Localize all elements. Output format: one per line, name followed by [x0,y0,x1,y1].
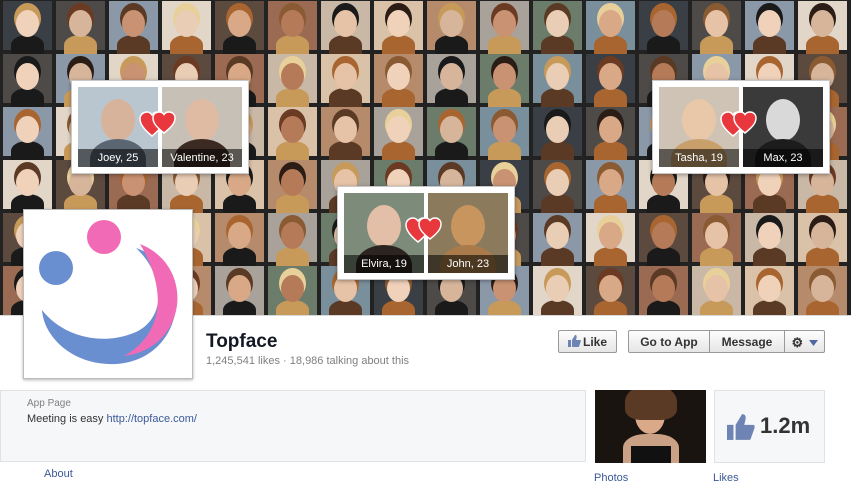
mosaic-face-photo [3,1,52,55]
mosaic-face-photo [374,54,423,108]
mosaic-face-photo [268,266,317,315]
go-to-app-button[interactable]: Go to App [628,330,710,353]
mosaic-face-photo [586,266,635,315]
mosaic-face-photo [3,160,52,214]
mosaic-face-photo [268,107,317,161]
mosaic-face-photo [268,213,317,267]
mosaic-face-photo [321,54,370,108]
mosaic-face-photo [109,1,158,55]
mosaic-face-photo [745,266,794,315]
mosaic-face-photo [427,54,476,108]
page-title: Topface [206,331,278,352]
mosaic-face-photo [533,1,582,55]
about-summary-box [0,390,586,462]
match-name-right: Valentine, 23 [162,149,242,167]
website-link[interactable]: http://topface.com/ [106,413,197,425]
mosaic-face-photo [745,213,794,267]
mosaic-face-photo [586,160,635,214]
photos-thumbnail[interactable] [595,390,706,463]
mosaic-face-photo [639,213,688,267]
mosaic-face-photo [321,107,370,161]
match-name-left: Joey, 25 [78,149,158,167]
mosaic-face-photo [268,160,317,214]
mosaic-face-photo [586,54,635,108]
mosaic-face-photo [586,107,635,161]
mosaic-face-photo [533,213,582,267]
mosaic-face-photo [215,266,264,315]
mosaic-face-photo [162,1,211,55]
mosaic-face-photo [268,1,317,55]
profile-picture[interactable] [23,209,193,379]
match-card-tasha-max: Tasha, 19 Max, 23 [652,80,830,174]
match-name-right: Max, 23 [743,149,823,167]
caret-down-icon [808,340,818,346]
mosaic-face-photo [533,160,582,214]
mosaic-face-photo [586,1,635,55]
mosaic-face-photo [692,1,741,55]
mosaic-face-photo [533,54,582,108]
settings-dropdown-button[interactable]: ⚙ [784,330,825,353]
mosaic-face-photo [374,107,423,161]
hearts-icon [405,217,442,243]
mosaic-face-photo [798,1,847,55]
topface-logo [39,220,178,365]
mosaic-face-photo [533,266,582,315]
mosaic-face-photo [56,1,105,55]
mosaic-face-photo [692,266,741,315]
category-label: App Page [27,398,71,409]
gear-icon: ⚙ [791,335,804,350]
mosaic-face-photo [639,266,688,315]
mosaic-face-photo [798,266,847,315]
match-name-left: Elvira, 19 [344,255,424,273]
hearts-icon [720,111,757,137]
match-card-joey-valentine: Joey, 25 Valentine, 23 [71,80,249,174]
photos-link[interactable]: Photos [594,472,628,484]
mosaic-face-photo [3,54,52,108]
mosaic-face-photo [374,1,423,55]
thumbs-up-icon [727,414,755,440]
mosaic-face-photo [427,107,476,161]
page-description: Meeting is easy http://topface.com/ [27,413,197,425]
mosaic-face-photo [215,213,264,267]
mosaic-face-photo [480,107,529,161]
mosaic-face-photo [586,213,635,267]
likes-link[interactable]: Likes [713,472,739,484]
mosaic-face-photo [692,213,741,267]
mosaic-face-photo [480,54,529,108]
mosaic-face-photo [745,1,794,55]
likes-count: 1.2m [760,413,811,438]
mosaic-face-photo [321,1,370,55]
hearts-icon [139,111,176,137]
message-button[interactable]: Message [709,330,785,353]
match-card-elvira-john: Elvira, 19 John, 23 [337,186,515,280]
mosaic-face-photo [427,1,476,55]
mosaic-face-photo [215,1,264,55]
page-stats: 1,245,541 likes · 18,986 talking about t… [206,355,410,367]
like-button[interactable]: Like [558,330,617,353]
match-name-right: John, 23 [428,255,508,273]
mosaic-face-photo [268,54,317,108]
mosaic-face-photo [639,1,688,55]
mosaic-face-photo [3,107,52,161]
match-name-left: Tasha, 19 [659,149,739,167]
about-link[interactable]: About [44,468,73,480]
thumbs-up-icon [567,335,581,347]
mosaic-face-photo [533,107,582,161]
description-text: Meeting is easy [27,413,107,425]
mosaic-face-photo [798,213,847,267]
mosaic-face-photo [480,1,529,55]
like-button-label: Like [582,335,607,349]
